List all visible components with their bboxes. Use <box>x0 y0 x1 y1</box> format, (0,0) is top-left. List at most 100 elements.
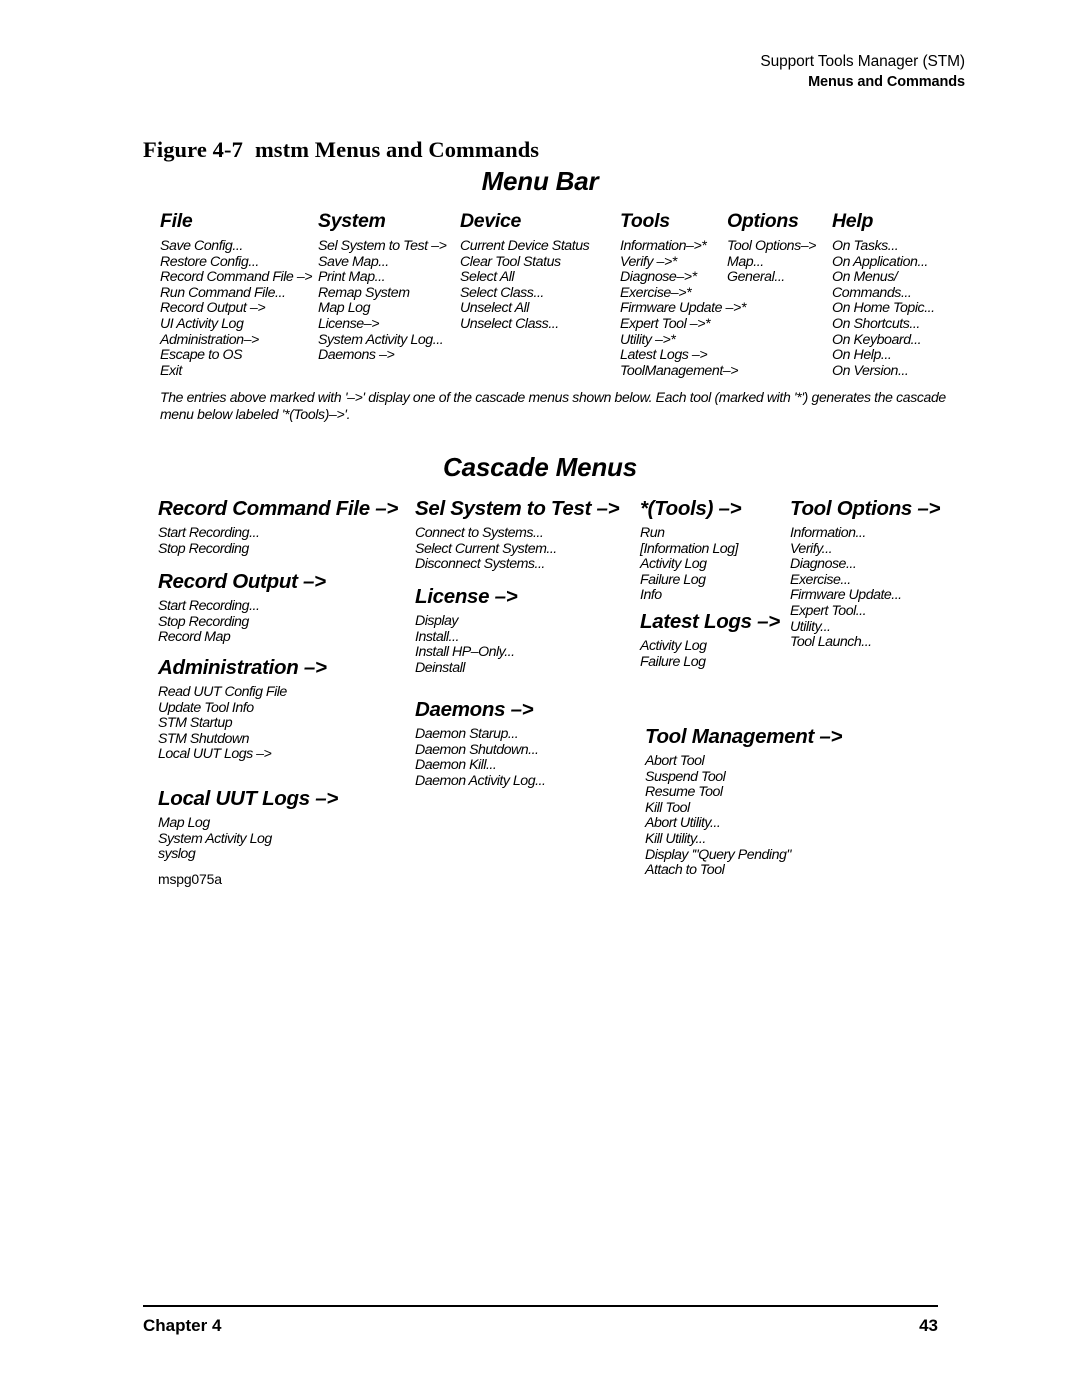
menu-item[interactable]: Current Device Status <box>460 238 590 255</box>
menu-column-title[interactable]: Options <box>727 210 816 233</box>
cascade-menu-item[interactable]: Display '"Query Pending" <box>645 847 842 864</box>
cascade-menu-item[interactable]: Stop Recording <box>158 614 326 631</box>
menu-item[interactable]: Utility –>* <box>620 332 746 349</box>
cascade-menu-item[interactable]: Firmware Update... <box>790 588 940 604</box>
cascade-block-title[interactable]: *(Tools) –> <box>640 497 742 521</box>
cascade-menu-item[interactable]: Failure Log <box>640 572 741 589</box>
menu-item[interactable]: On Version... <box>832 363 935 380</box>
cascade-menu-item[interactable]: Install HP–Only... <box>415 645 517 661</box>
cascade-block-title[interactable]: License –> <box>415 585 518 609</box>
menu-item[interactable]: On Keyboard... <box>832 332 935 349</box>
menu-item[interactable]: Unselect Class... <box>460 316 589 333</box>
menu-item[interactable]: On Help... <box>832 348 935 364</box>
cascade-block-title[interactable]: Latest Logs –> <box>640 610 780 634</box>
menu-column-title[interactable]: System <box>318 210 446 233</box>
cascade-menu-item[interactable]: STM Shutdown <box>158 731 327 748</box>
cascade-menu-item[interactable]: Exercise... <box>790 572 940 589</box>
cascade-menu-item[interactable]: Diagnose... <box>790 557 940 573</box>
menu-item[interactable]: Select Class... <box>460 285 589 302</box>
cascade-menu-item[interactable]: Local UUT Logs –> <box>158 747 327 763</box>
cascade-menu-item[interactable]: Daemon Starup... <box>415 726 545 743</box>
menu-item[interactable]: Latest Logs –> <box>620 348 746 364</box>
menu-item[interactable]: Sel System to Test –> <box>318 238 447 255</box>
cascade-menu-item[interactable]: Information... <box>790 525 940 542</box>
menu-item[interactable]: Select All <box>460 270 589 286</box>
menu-item[interactable]: ToolManagement–> <box>620 363 746 380</box>
cascade-block-title[interactable]: Local UUT Logs –> <box>158 787 338 811</box>
cascade-menu-item[interactable]: syslog <box>158 847 338 863</box>
menu-item[interactable]: License–> <box>318 316 446 333</box>
cascade-menu-item[interactable]: Utility... <box>790 619 940 636</box>
menu-item[interactable]: Map... <box>727 254 816 271</box>
cascade-menu-item[interactable]: Info <box>640 588 741 604</box>
cascade-menu-item[interactable]: Deinstall <box>415 660 517 677</box>
cascade-block-title[interactable]: Tool Management –> <box>645 725 842 749</box>
cascade-menu-item[interactable]: Abort Utility... <box>645 816 842 832</box>
cascade-menu-item[interactable]: Display <box>415 613 517 630</box>
menu-item[interactable]: Firmware Update –>* <box>620 301 746 317</box>
menu-item[interactable]: System Activity Log... <box>318 332 446 349</box>
cascade-menu-item[interactable]: Daemon Activity Log... <box>415 773 546 790</box>
menu-column-title[interactable]: File <box>160 210 312 233</box>
cascade-menu-item[interactable]: Map Log <box>158 815 338 832</box>
cascade-block-title[interactable]: Daemons –> <box>415 698 545 722</box>
cascade-menu-item[interactable]: Kill Tool <box>645 800 842 817</box>
cascade-menu-item[interactable]: Record Map <box>158 630 326 646</box>
menu-item[interactable]: Record Output –> <box>160 301 312 317</box>
menu-item[interactable]: Record Command File –> <box>160 270 313 286</box>
cascade-menu-item[interactable]: Tool Launch... <box>790 635 940 651</box>
cascade-menu-item[interactable]: Attach to Tool <box>645 863 842 879</box>
cascade-block-title[interactable]: Record Output –> <box>158 570 326 594</box>
menu-item[interactable]: Tool Options–> <box>727 238 816 255</box>
cascade-block-title[interactable]: Record Command File –> <box>158 497 398 521</box>
cascade-block-title[interactable]: Administration –> <box>158 656 327 680</box>
cascade-menu-item[interactable]: Read UUT Config File <box>158 684 327 701</box>
cascade-menu-item[interactable]: Daemon Kill... <box>415 758 545 774</box>
cascade-menu-item[interactable]: System Activity Log <box>158 831 338 848</box>
cascade-menu-item[interactable]: Resume Tool <box>645 785 842 801</box>
cascade-menu-item[interactable]: STM Startup <box>158 716 327 732</box>
cascade-menu-item[interactable]: Failure Log <box>640 654 780 671</box>
cascade-menu-item[interactable]: Select Current System... <box>415 541 619 558</box>
cascade-menu-item[interactable]: Start Recording... <box>158 525 398 542</box>
cascade-menu-item[interactable]: Install... <box>415 629 517 646</box>
menu-item[interactable]: Exit <box>160 363 312 380</box>
menu-item[interactable]: Unselect All <box>460 301 589 317</box>
menu-item[interactable]: On Application... <box>832 254 935 271</box>
cascade-block-title[interactable]: Tool Options –> <box>790 497 941 521</box>
cascade-menu-item[interactable]: Expert Tool... <box>790 603 940 620</box>
menu-item[interactable]: Daemons –> <box>318 348 446 364</box>
menu-item[interactable]: General... <box>727 270 816 286</box>
menu-item[interactable]: Remap System <box>318 285 446 302</box>
menu-item[interactable]: Print Map... <box>318 270 446 286</box>
cascade-block-title[interactable]: Sel System to Test –> <box>415 497 620 521</box>
cascade-menu-item[interactable]: Start Recording... <box>158 598 326 615</box>
menu-item[interactable]: Commands... <box>832 285 935 302</box>
menu-item[interactable]: Map Log <box>318 301 446 317</box>
cascade-menu-item[interactable]: Verify... <box>790 541 940 558</box>
menu-item[interactable]: Escape to OS <box>160 348 312 364</box>
menu-item[interactable]: On Tasks... <box>832 238 935 255</box>
menu-item[interactable]: Clear Tool Status <box>460 254 589 271</box>
menu-item[interactable]: Save Config... <box>160 238 312 255</box>
cascade-menu-item[interactable]: Disconnect Systems... <box>415 557 619 573</box>
menu-column-title[interactable]: Device <box>460 210 589 233</box>
menu-item[interactable]: Exercise–>* <box>620 285 746 302</box>
cascade-menu-item[interactable]: Suspend Tool <box>645 769 842 786</box>
cascade-menu-item[interactable]: Kill Utility... <box>645 831 842 848</box>
cascade-menu-item[interactable]: Abort Tool <box>645 753 842 770</box>
menu-item[interactable]: On Shortcuts... <box>832 316 935 333</box>
menu-item[interactable]: Expert Tool –>* <box>620 316 746 333</box>
cascade-menu-item[interactable]: Update Tool Info <box>158 700 327 717</box>
cascade-menu-item[interactable]: Daemon Shutdown... <box>415 742 545 759</box>
menu-item[interactable]: On Menus/ <box>832 270 935 286</box>
cascade-menu-item[interactable]: Stop Recording <box>158 541 398 558</box>
menu-column-title[interactable]: Help <box>832 210 935 233</box>
cascade-menu-item[interactable]: Activity Log <box>640 638 780 655</box>
menu-item[interactable]: Restore Config... <box>160 254 312 271</box>
cascade-menu-item[interactable]: Connect to Systems... <box>415 525 619 542</box>
menu-item[interactable]: Save Map... <box>318 254 446 271</box>
menu-item[interactable]: Administration–> <box>160 332 312 349</box>
cascade-menu-item[interactable]: [Information Log] <box>640 541 741 558</box>
cascade-menu-item[interactable]: Run <box>640 525 741 542</box>
